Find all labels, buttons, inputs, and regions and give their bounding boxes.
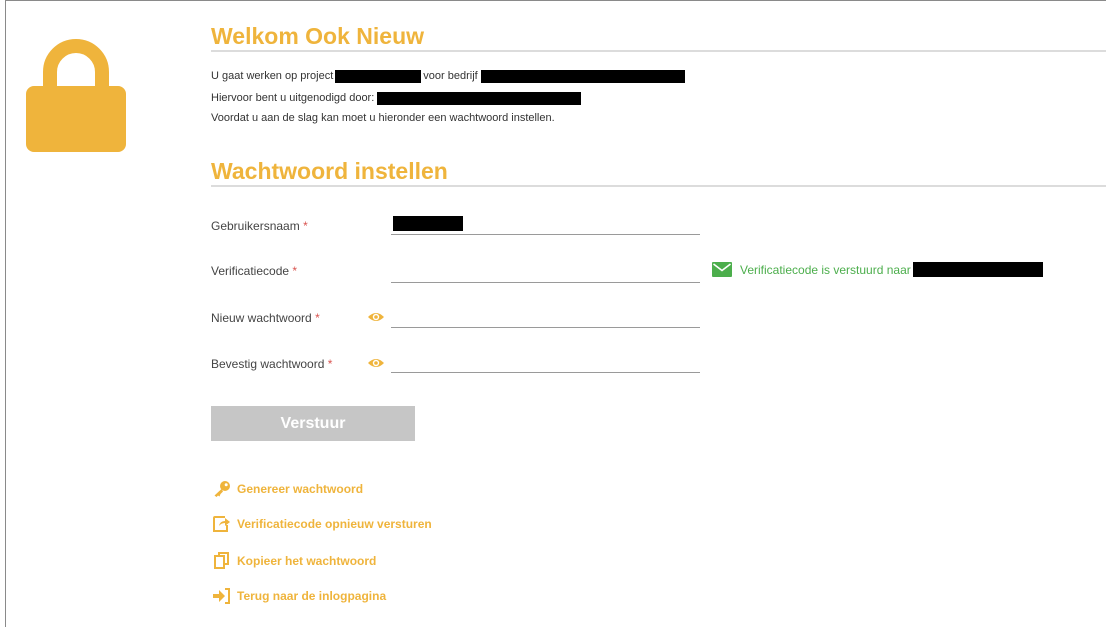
welcome-title: Welkom Ook Nieuw [211,23,425,49]
redacted-username [393,216,463,231]
lock-icon [26,39,126,152]
back-to-login-link[interactable]: Terug naar de inlogpagina [213,588,386,604]
project-line: U gaat werken op project voor bedrijf [211,69,685,83]
back-to-login-label: Terug naar de inlogpagina [237,589,387,603]
verification-notice: Verificatiecode is verstuurd naar [712,262,1043,277]
invited-by-prefix: Hiervoor bent u uitgenodigd door: [211,92,375,104]
copy-password-label: Kopieer het wachtwoord [237,553,377,568]
confirm-password-input[interactable] [391,352,700,372]
eye-icon[interactable] [367,311,385,323]
generate-password-link[interactable]: Genereer wachtwoord [213,481,363,497]
verification-underline [391,282,700,283]
verification-code-input[interactable] [391,262,700,282]
verification-label: Verificatiecode * [211,264,297,278]
username-field[interactable] [391,214,700,234]
username-label: Gebruikersnaam * [211,219,308,233]
required-marker: * [327,357,333,371]
eye-icon[interactable] [367,357,385,369]
welcome-divider [211,50,1106,52]
new-password-label-text: Nieuw wachtwoord [211,311,312,325]
confirm-password-label-text: Bevestig wachtwoord [211,357,325,371]
copy-icon [214,552,229,569]
key-icon [214,481,230,497]
project-prefix: U gaat werken op project [211,70,334,82]
form-divider [211,185,1106,187]
submit-button[interactable]: Verstuur [211,406,415,441]
confirm-password-label: Bevestig wachtwoord * [211,357,332,371]
redacted-project [335,69,422,83]
frame-border-left [5,0,6,627]
instruction-line: Voordat u aan de slag kan moet u hierond… [211,111,555,125]
new-password-label: Nieuw wachtwoord * [211,311,320,325]
new-password-input[interactable] [391,307,700,327]
new-password-underline [391,327,700,328]
resend-code-link[interactable]: Verificatiecode opnieuw versturen [213,516,432,532]
redacted-company [480,69,685,83]
copy-password-link[interactable]: Kopieer het wachtwoord [213,552,376,569]
resend-code-label: Verificatiecode opnieuw versturen [237,517,432,531]
invited-line: Hiervoor bent u uitgenodigd door: [211,91,582,105]
verification-notice-text: Verificatiecode is verstuurd naar [740,262,911,277]
share-icon [213,516,230,532]
sign-in-icon [213,588,230,604]
redacted-inviter [377,91,582,105]
confirm-password-underline [391,372,700,373]
required-marker: * [292,264,298,278]
required-marker: * [315,311,320,325]
username-underline [391,234,700,235]
redacted-email [912,262,1043,277]
envelope-icon [712,262,732,277]
username-label-text: Gebruikersnaam [211,219,300,233]
generate-password-label: Genereer wachtwoord [237,482,364,496]
frame-border-top [5,0,1106,1]
verification-label-text: Verificatiecode [211,264,290,278]
instruction-text: Voordat u aan de slag kan moet u hierond… [211,112,555,124]
company-prefix: voor bedrijf [423,70,478,82]
form-title: Wachtwoord instellen [211,158,448,184]
required-marker: * [303,219,308,233]
